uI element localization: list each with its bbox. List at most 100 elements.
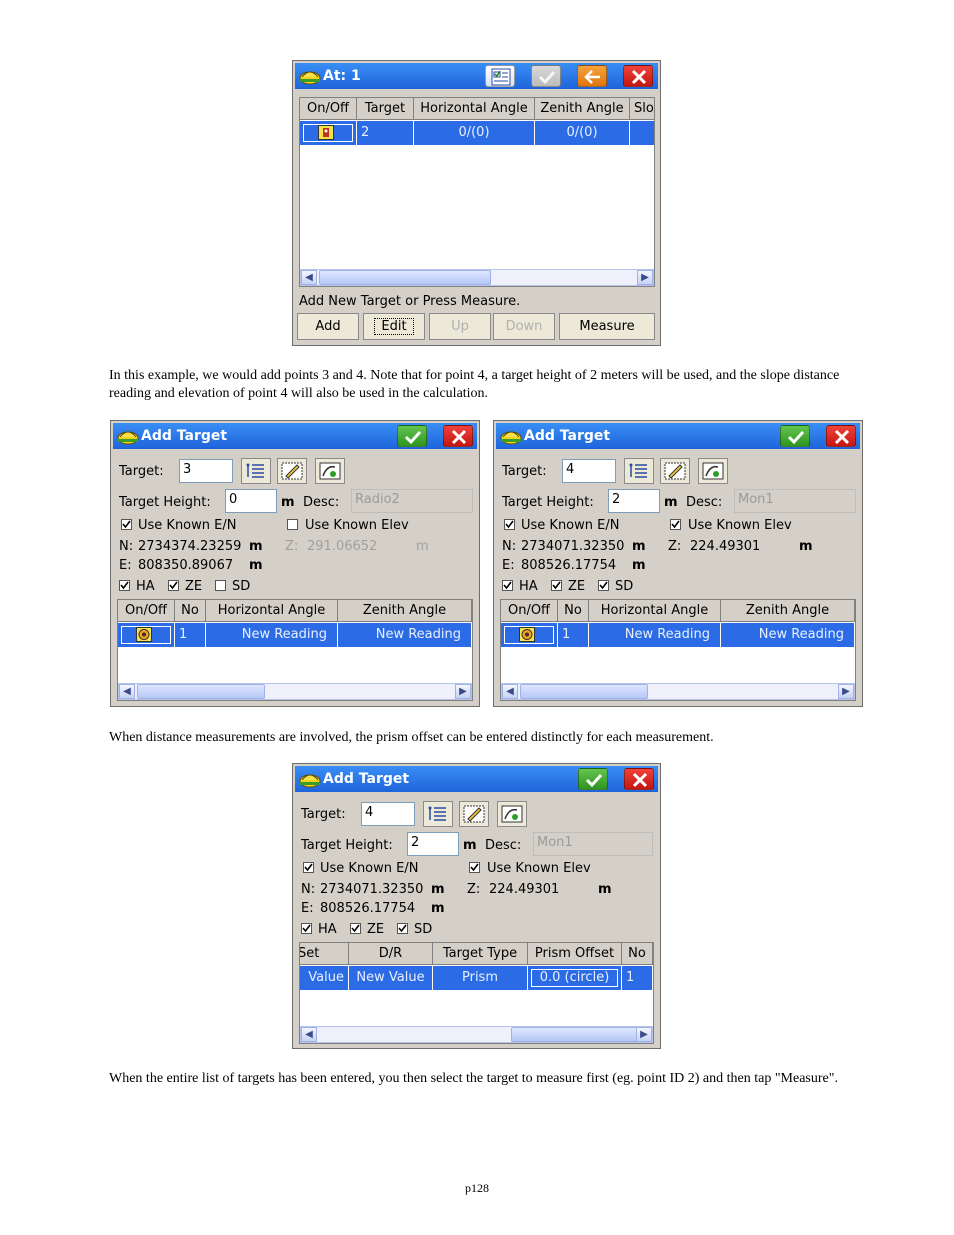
accept-button[interactable] (531, 65, 561, 87)
scroll-thumb[interactable] (520, 684, 648, 699)
close-button[interactable] (624, 768, 654, 790)
no-cell[interactable]: 1 (558, 623, 589, 647)
column-header[interactable]: Set (300, 943, 349, 965)
edit-button[interactable] (660, 458, 690, 484)
ha-checkbox[interactable] (119, 580, 130, 591)
column-header[interactable]: Zenith Angle (535, 98, 630, 120)
ze-checkbox[interactable] (350, 923, 361, 934)
accept-button[interactable] (578, 768, 608, 790)
no-cell[interactable]: 1 (622, 966, 653, 990)
down-button[interactable]: Down (493, 313, 555, 340)
readings-grid[interactable]: On/Off No Horizontal Angle Zenith Angle … (500, 599, 856, 701)
column-header[interactable]: No (175, 600, 206, 622)
scroll-thumb[interactable] (137, 684, 265, 699)
desc-input[interactable]: Mon1 (533, 832, 653, 856)
scroll-right-icon[interactable]: ▶ (455, 684, 471, 699)
use-known-en-checkbox[interactable] (121, 519, 132, 530)
instrument-button[interactable] (497, 801, 527, 827)
zenith-angle-cell[interactable]: New Reading (721, 623, 855, 647)
horizontal-angle-cell[interactable]: New Reading (589, 623, 721, 647)
ha-checkbox[interactable] (502, 580, 513, 591)
sd-checkbox[interactable] (397, 923, 408, 934)
column-header[interactable]: On/Off (501, 600, 558, 622)
up-button[interactable]: Up (429, 313, 491, 340)
column-header[interactable]: On/Off (300, 98, 357, 120)
slope-cell[interactable] (630, 121, 654, 145)
edit-button[interactable] (277, 458, 307, 484)
prism-grid[interactable]: Set D/R Target Type Prism Offset No Valu… (299, 942, 654, 1044)
horizontal-angle-cell[interactable]: 0/(0) (414, 121, 535, 145)
list-button[interactable] (423, 801, 453, 827)
edit-button[interactable] (459, 801, 489, 827)
column-header[interactable]: Slo (630, 98, 654, 120)
horizontal-scrollbar[interactable]: ◀ ▶ (118, 683, 472, 700)
column-header[interactable]: Zenith Angle (338, 600, 472, 622)
column-header[interactable]: Horizontal Angle (206, 600, 338, 622)
zenith-angle-cell[interactable]: New Reading (338, 623, 472, 647)
horizontal-scrollbar[interactable]: ◀ ▶ (300, 1026, 653, 1043)
close-button[interactable] (623, 65, 653, 87)
onoff-cell[interactable] (501, 623, 558, 647)
target-input[interactable]: 4 (361, 802, 415, 826)
prism-offset-cell[interactable]: 0.0 (circle) (528, 966, 622, 990)
target-cell[interactable]: 2 (357, 121, 414, 145)
sd-checkbox[interactable] (215, 580, 226, 591)
back-button[interactable] (577, 65, 607, 87)
horizontal-angle-cell[interactable]: New Reading (206, 623, 338, 647)
target-type-cell[interactable]: Prism (433, 966, 528, 990)
use-known-elev-checkbox[interactable] (670, 519, 681, 530)
readings-grid[interactable]: On/Off No Horizontal Angle Zenith Angle … (117, 599, 473, 701)
horizontal-scrollbar[interactable]: ◀ ▶ (300, 269, 654, 286)
use-known-en-checkbox[interactable] (303, 862, 314, 873)
horizontal-scrollbar[interactable]: ◀ ▶ (501, 683, 855, 700)
measure-button[interactable]: Measure (559, 313, 655, 340)
scroll-right-icon[interactable]: ▶ (838, 684, 854, 699)
scroll-thumb[interactable] (319, 270, 491, 285)
targets-grid[interactable]: On/Off Target Horizontal Angle Zenith An… (299, 97, 655, 287)
onoff-cell[interactable] (118, 623, 175, 647)
list-button[interactable] (624, 458, 654, 484)
column-header[interactable]: No (558, 600, 589, 622)
add-button[interactable]: Add (297, 313, 359, 340)
scroll-left-icon[interactable]: ◀ (301, 1027, 317, 1042)
no-cell[interactable]: 1 (175, 623, 206, 647)
column-header[interactable]: Zenith Angle (721, 600, 855, 622)
set-cell[interactable]: Value (300, 966, 349, 990)
column-header[interactable]: Horizontal Angle (589, 600, 721, 622)
target-height-input[interactable]: 0 (225, 489, 277, 513)
use-known-en-checkbox[interactable] (504, 519, 515, 530)
dr-cell[interactable]: New Value (349, 966, 433, 990)
column-header[interactable]: No (622, 943, 653, 965)
column-header[interactable]: Horizontal Angle (414, 98, 535, 120)
scroll-left-icon[interactable]: ◀ (119, 684, 135, 699)
target-height-input[interactable]: 2 (608, 489, 660, 513)
ha-checkbox[interactable] (301, 923, 312, 934)
desc-input[interactable]: Mon1 (734, 489, 856, 513)
target-height-input[interactable]: 2 (407, 832, 459, 856)
calculator-button[interactable] (485, 65, 515, 87)
close-button[interactable] (443, 425, 473, 447)
ze-checkbox[interactable] (168, 580, 179, 591)
instrument-button[interactable] (698, 458, 728, 484)
scroll-thumb[interactable] (511, 1027, 637, 1042)
scroll-right-icon[interactable]: ▶ (637, 270, 653, 285)
onoff-cell[interactable] (300, 121, 357, 145)
ze-checkbox[interactable] (551, 580, 562, 591)
accept-button[interactable] (397, 425, 427, 447)
close-button[interactable] (826, 425, 856, 447)
target-input[interactable]: 4 (562, 459, 616, 483)
column-header[interactable]: On/Off (118, 600, 175, 622)
sd-checkbox[interactable] (598, 580, 609, 591)
column-header[interactable]: Target (357, 98, 414, 120)
use-known-elev-checkbox[interactable] (287, 519, 298, 530)
column-header[interactable]: Target Type (433, 943, 528, 965)
scroll-right-icon[interactable]: ▶ (636, 1027, 652, 1042)
use-known-elev-checkbox[interactable] (469, 862, 480, 873)
column-header[interactable]: D/R (349, 943, 433, 965)
scroll-left-icon[interactable]: ◀ (301, 270, 317, 285)
column-header[interactable]: Prism Offset (528, 943, 622, 965)
instrument-button[interactable] (315, 458, 345, 484)
zenith-angle-cell[interactable]: 0/(0) (535, 121, 630, 145)
target-input[interactable]: 3 (179, 459, 233, 483)
accept-button[interactable] (780, 425, 810, 447)
